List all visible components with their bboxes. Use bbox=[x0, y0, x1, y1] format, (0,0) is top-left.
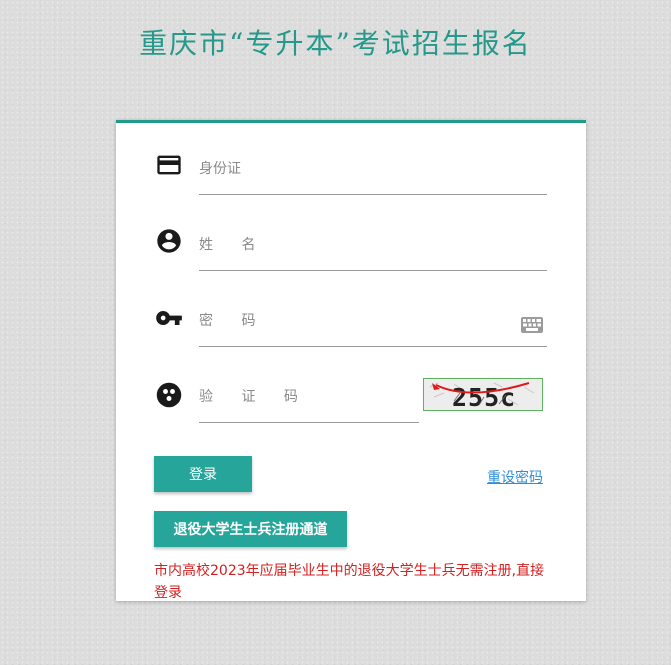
credit-card-icon bbox=[155, 151, 183, 179]
veteran-register-button[interactable]: 退役大学生士兵注册通道 bbox=[154, 511, 347, 547]
login-button[interactable]: 登录 bbox=[154, 456, 252, 492]
reset-password-link[interactable]: 重设密码 bbox=[487, 467, 543, 487]
name-input[interactable] bbox=[199, 233, 547, 271]
password-input[interactable] bbox=[199, 309, 547, 347]
dots-circle-icon bbox=[155, 381, 183, 409]
captcha-input[interactable] bbox=[199, 385, 419, 423]
id-card-input[interactable] bbox=[199, 157, 547, 195]
captcha-text: 255c bbox=[452, 383, 516, 410]
key-icon bbox=[155, 304, 183, 332]
page-title: 重庆市“专升本”考试招生报名 bbox=[139, 27, 532, 60]
login-card: 255c 登录 重设密码 退役大学生士兵注册通道 市内高校2023年应届毕业生中… bbox=[116, 120, 586, 601]
captcha-image[interactable]: 255c bbox=[423, 378, 543, 411]
account-circle-icon bbox=[155, 227, 183, 255]
keyboard-icon[interactable] bbox=[521, 317, 543, 333]
notice-text: 市内高校2023年应届毕业生中的退役大学生士兵无需注册,直接登录 bbox=[154, 563, 545, 601]
